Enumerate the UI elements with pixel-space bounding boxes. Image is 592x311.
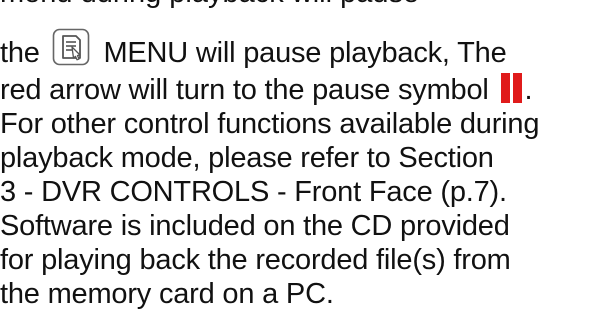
- text-line-1: the MENU will pause playback, The: [0, 29, 507, 70]
- pause-bar-right: [512, 73, 522, 104]
- menu-document-icon: [52, 28, 90, 66]
- text-line-7: for playing back the recorded file(s) fr…: [0, 244, 511, 276]
- line-1-start: the: [0, 37, 40, 69]
- text-line-4: playback mode, please refer to Section: [0, 142, 494, 174]
- partial-top-line: menu during playback will pause: [0, 0, 592, 8]
- text-line-2: red arrow will turn to the pause symbol …: [0, 73, 533, 106]
- pause-bar-left: [500, 73, 510, 104]
- line-1-end: MENU will pause playback, The: [103, 37, 507, 69]
- pause-icon: [500, 73, 525, 104]
- line-2-text: red arrow will turn to the pause symbol: [0, 74, 489, 106]
- text-line-5: 3 - DVR CONTROLS - Front Face (p.7).: [0, 176, 507, 208]
- text-line-3: For other control functions available du…: [0, 108, 540, 140]
- manual-page: menu during playback will pause the MENU…: [0, 0, 592, 310]
- text-line-6: Software is included on the CD provided: [0, 210, 510, 242]
